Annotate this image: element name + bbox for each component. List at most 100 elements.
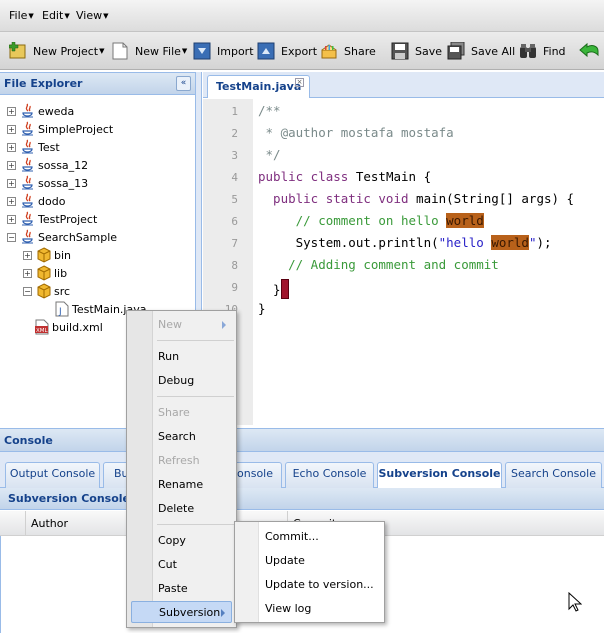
bracket-match-highlight: [280, 279, 289, 299]
code-editor[interactable]: 1 2 3 4 5 6 7 8 9 10 /** * @author mosta…: [203, 99, 604, 425]
menu-file[interactable]: File▼: [9, 9, 34, 22]
expand-icon[interactable]: +: [23, 250, 32, 260]
xml-file-icon: XML: [35, 319, 49, 335]
tree-item-project[interactable]: + sossa_12: [7, 156, 88, 174]
expand-icon[interactable]: +: [7, 160, 16, 170]
svg-text:J: J: [58, 307, 62, 317]
tab-echo-console[interactable]: Echo Console: [285, 462, 374, 488]
menu-item-copy[interactable]: Copy: [131, 530, 232, 552]
search-highlight: world: [446, 213, 484, 228]
new-project-button[interactable]: New Project ▼: [8, 32, 105, 70]
tab-output-console[interactable]: Output Console: [5, 462, 100, 488]
export-button[interactable]: Export: [257, 32, 317, 70]
tree-item-label: src: [54, 284, 71, 298]
svg-text:XML: XML: [36, 328, 49, 334]
line-number: 1: [231, 105, 238, 118]
green-arrow-button[interactable]: [578, 32, 602, 70]
tree-item-folder-expanded[interactable]: − src: [23, 282, 70, 300]
expand-icon[interactable]: +: [7, 124, 16, 134]
save-all-button[interactable]: Save All: [447, 32, 515, 70]
menu-item-subversion[interactable]: Subversion: [131, 601, 232, 623]
menu-item-rename[interactable]: Rename: [131, 474, 232, 496]
menu-item-update-to-version[interactable]: Update to version...: [265, 578, 374, 591]
column-separator: [25, 511, 26, 536]
tree-item-label: TestProject: [38, 212, 98, 226]
expand-icon[interactable]: +: [7, 214, 16, 224]
new-file-button[interactable]: New File ▼: [111, 32, 187, 70]
code-line: */: [258, 147, 281, 162]
code-line: System.out.println("hello world");: [258, 235, 552, 250]
collapse-icon[interactable]: −: [23, 286, 32, 296]
share-button[interactable]: Share: [320, 32, 376, 70]
tree-item-project[interactable]: + TestProject: [7, 210, 97, 228]
editor-tab-strip: TestMain.java ×: [203, 72, 604, 98]
menu-item-update[interactable]: Update: [265, 554, 305, 567]
menu-separator: [157, 396, 234, 397]
line-number: 5: [231, 193, 238, 206]
code-line: }: [258, 279, 289, 299]
expand-icon[interactable]: +: [7, 106, 16, 116]
tab-subversion-console[interactable]: Subversion Console: [377, 462, 502, 489]
java-project-icon: [20, 157, 36, 173]
tree-item-label: sossa_13: [38, 176, 89, 190]
tab-search-console[interactable]: Search Console: [505, 462, 602, 488]
menu-separator: [157, 340, 234, 341]
line-number: 6: [231, 215, 238, 228]
subversion-submenu: Commit... Update Update to version... Vi…: [234, 521, 385, 623]
tree-item-folder[interactable]: + bin: [23, 246, 71, 264]
tree-item-project[interactable]: + dodo: [7, 192, 65, 210]
menu-item-debug[interactable]: Debug: [131, 370, 232, 392]
close-icon[interactable]: ×: [295, 78, 304, 87]
code-line: /**: [258, 103, 281, 118]
tab-testmain-java[interactable]: TestMain.java ×: [207, 75, 310, 98]
menu-item-delete[interactable]: Delete: [131, 498, 232, 520]
binoculars-icon: [519, 42, 537, 60]
console-header: Console: [0, 428, 604, 452]
menu-item-search[interactable]: Search: [131, 426, 232, 448]
java-project-icon: [20, 121, 36, 137]
collapse-icon[interactable]: −: [7, 232, 16, 242]
menu-item-cut[interactable]: Cut: [131, 554, 232, 576]
expand-icon[interactable]: +: [7, 196, 16, 206]
mouse-pointer-icon: [568, 591, 583, 615]
tree-item-label: bin: [54, 248, 72, 262]
menu-item-paste[interactable]: Paste: [131, 578, 232, 600]
expand-icon[interactable]: +: [7, 142, 16, 152]
tree-item-xml-file[interactable]: XML build.xml: [35, 318, 103, 336]
menu-view[interactable]: View▼: [76, 9, 109, 22]
menu-item-new[interactable]: New: [131, 314, 232, 336]
menu-item-run[interactable]: Run: [131, 346, 232, 368]
menu-bar: File▼ Edit▼ View▼: [0, 0, 604, 32]
column-author[interactable]: Author: [31, 517, 68, 530]
menu-icon-gutter: [235, 522, 259, 622]
import-button[interactable]: Import: [193, 32, 254, 70]
toolbar: New Project ▼ New File ▼ Import Export Sha…: [0, 32, 604, 70]
line-number: 2: [231, 127, 238, 140]
console-tab-strip: Output Console Bu Console Echo Console S…: [0, 452, 604, 489]
java-project-icon: [20, 229, 36, 245]
import-icon: [193, 42, 211, 60]
tree-item-project[interactable]: + sossa_13: [7, 174, 88, 192]
menu-item-share[interactable]: Share: [131, 402, 232, 424]
line-number: 8: [231, 259, 238, 272]
search-highlight: world: [491, 235, 529, 250]
tree-item-project-expanded[interactable]: − SearchSample: [7, 228, 117, 246]
tree-item-folder[interactable]: + lib: [23, 264, 67, 282]
expand-icon[interactable]: +: [7, 178, 16, 188]
subversion-console-title: Subversion Console: [8, 492, 131, 505]
menu-edit[interactable]: Edit▼: [42, 9, 70, 22]
package-icon: [36, 265, 52, 281]
tree-item-project[interactable]: + Test: [7, 138, 60, 156]
code-line: public static void main(String[] args) {: [258, 191, 575, 206]
expand-icon[interactable]: +: [23, 268, 32, 278]
save-button[interactable]: Save: [391, 32, 442, 70]
menu-item-commit[interactable]: Commit...: [265, 530, 319, 543]
tree-item-project[interactable]: + eweda: [7, 102, 74, 120]
collapse-panel-button[interactable]: «: [176, 76, 191, 91]
tree-item-label: sossa_12: [38, 158, 89, 172]
find-button[interactable]: Find: [519, 32, 566, 70]
tree-item-project[interactable]: + SimpleProject: [7, 120, 113, 138]
menu-item-view-log[interactable]: View log: [265, 602, 311, 615]
menu-item-refresh[interactable]: Refresh: [131, 450, 232, 472]
package-icon: [36, 283, 52, 299]
